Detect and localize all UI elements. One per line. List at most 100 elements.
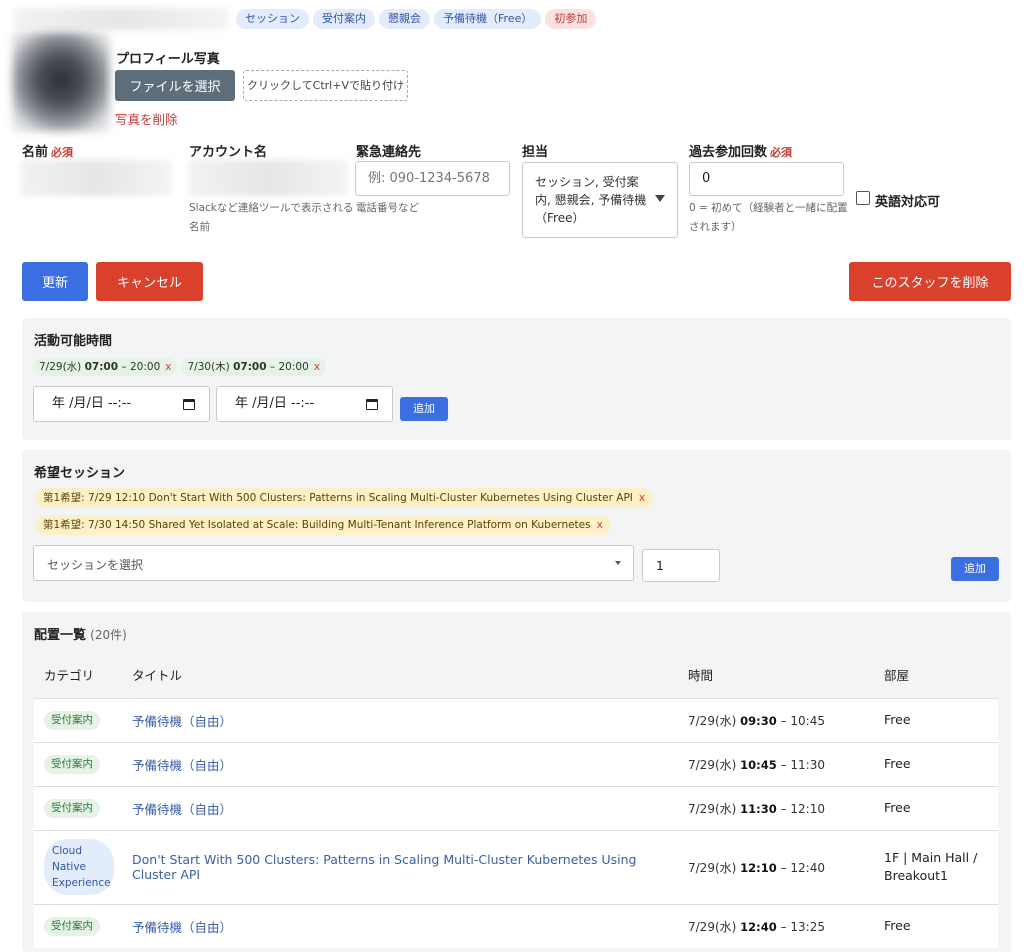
time-cell: 7/29(水) 12:40 – 13:25 — [688, 903, 884, 948]
session-select[interactable]: セッションを選択 — [33, 545, 634, 581]
time-end: 13:25 — [790, 919, 825, 934]
allocation-title-link[interactable]: 予備待機（自由） — [132, 920, 232, 935]
emergency-input[interactable] — [355, 161, 510, 196]
account-input[interactable] — [188, 160, 348, 196]
time-start: 12:10 — [740, 860, 777, 875]
title-cell: 予備待機（自由） — [132, 697, 688, 742]
calendar-icon[interactable] — [183, 399, 195, 410]
session-add-button[interactable]: 追加 — [951, 557, 999, 581]
title-cell: Don't Start With 500 Clusters: Patterns … — [132, 829, 688, 904]
slot-end: 20:00 — [278, 361, 309, 373]
category-cell: 受付案内 — [34, 903, 132, 948]
time-date: 7/29(水) — [688, 919, 737, 934]
name-label-text: 名前 — [22, 145, 49, 160]
time-date: 7/29(水) — [688, 801, 737, 816]
title-cell: 予備待機（自由） — [132, 903, 688, 948]
choose-file-button[interactable]: ファイルを選択 — [115, 70, 235, 101]
allocation-table-wrap: カテゴリ タイトル 時間 部屋 受付案内 予備待機（自由） 7/29(水) 09:3… — [34, 652, 998, 948]
table-row: Cloud Native Experience Don't Start With … — [34, 829, 998, 904]
name-label: 名前 必須 — [22, 141, 73, 160]
table-header-row: カテゴリ タイトル 時間 部屋 — [34, 652, 998, 698]
allocation-title: 配置一覧 — [34, 628, 87, 643]
time-end: 12:10 — [790, 801, 825, 816]
name-input[interactable] — [20, 160, 172, 196]
room-cell: Free — [884, 697, 998, 742]
category-cell: 受付案内 — [34, 785, 132, 830]
slot-chip: 7/30(木) 07:00 – 20:00 x — [181, 358, 326, 376]
allocation-panel: 配置一覧 (20件) カテゴリ タイトル 時間 部屋 受付案内 予備待機（自由） 7… — [22, 612, 1011, 952]
delete-staff-button[interactable]: このスタッフを削除 — [849, 262, 1011, 301]
profile-photo — [12, 32, 110, 132]
time-start: 12:40 — [740, 919, 777, 934]
assignee-select[interactable]: セッション, 受付案内, 懇親会, 予備待機（Free） — [522, 162, 678, 238]
allocation-count: (20件) — [90, 628, 127, 642]
table-row: 受付案内 予備待機（自由） 7/29(水) 09:30 – 10:45 Free — [34, 697, 998, 742]
availability-add-button[interactable]: 追加 — [400, 397, 448, 421]
time-date: 7/29(水) — [688, 757, 737, 772]
time-sep: – — [780, 860, 787, 875]
session-pref-panel: 希望セッション 第1希望: 7/29 12:10 Don't Start Wit… — [22, 450, 1011, 602]
session-select-placeholder: セッションを選択 — [47, 558, 144, 572]
slot-sep: – — [121, 361, 127, 373]
past-count-input[interactable]: 0 — [689, 162, 844, 196]
time-sep: – — [780, 713, 787, 728]
slot-sep: – — [269, 361, 276, 373]
table-row: 受付案内 予備待機（自由） 7/29(水) 10:45 – 11:30 Free — [34, 741, 998, 786]
assignee-label: 担当 — [522, 145, 549, 160]
tag-reception: 受付案内 — [313, 9, 375, 29]
allocation-title-link[interactable]: 予備待機（自由） — [132, 758, 232, 773]
room-cell: 1F | Main Hall / Breakout1 — [884, 829, 998, 904]
room-cell: Free — [884, 741, 998, 786]
allocation-title-link[interactable]: Don't Start With 500 Clusters: Patterns … — [132, 852, 636, 882]
availability-start-input[interactable]: 年 /月/日 --:-- — [33, 386, 210, 422]
time-sep: – — [780, 757, 787, 772]
session-pref-item: 第1希望: 7/30 14:50 Shared Yet Isolated at … — [35, 515, 611, 535]
allocation-title-link[interactable]: 予備待機（自由） — [132, 714, 232, 729]
staff-name-blurred — [14, 8, 229, 30]
delete-photo-link[interactable]: 写真を削除 — [115, 109, 178, 128]
profile-photo-label: プロフィール写真 — [116, 52, 220, 67]
priority-input[interactable]: 1 — [642, 549, 720, 582]
remove-slot-icon[interactable]: x — [165, 361, 171, 373]
title-cell: 予備待機（自由） — [132, 785, 688, 830]
category-badge: 受付案内 — [44, 710, 100, 730]
category-cell: 受付案内 — [34, 697, 132, 742]
time-end: 10:45 — [790, 713, 825, 728]
chevron-down-icon — [655, 195, 665, 202]
account-label: アカウント名 — [189, 145, 268, 160]
start-input-placeholder: 年 /月/日 --:-- — [52, 396, 132, 411]
calendar-icon[interactable] — [366, 399, 378, 410]
update-button[interactable]: 更新 — [22, 262, 88, 301]
slot-end: 20:00 — [130, 361, 161, 373]
tag-social: 懇親会 — [379, 9, 430, 29]
past-count-label: 過去参加回数 必須 — [689, 141, 792, 160]
emergency-label: 緊急連絡先 — [356, 145, 422, 160]
cancel-button[interactable]: キャンセル — [96, 262, 203, 301]
availability-end-input[interactable]: 年 /月/日 --:-- — [216, 386, 393, 422]
slot-start: 07:00 — [84, 361, 119, 373]
availability-panel: 活動可能時間 7/29(水) 07:00 – 20:00 x 7/30(木) 07:… — [22, 318, 1011, 440]
col-title: タイトル — [132, 668, 183, 684]
col-time: 時間 — [688, 668, 714, 684]
table-row: 受付案内 予備待機（自由） 7/29(水) 12:40 – 13:25 Free — [34, 903, 998, 948]
paste-area[interactable]: クリックしてCtrl+Vで貼り付け — [243, 70, 408, 101]
allocation-title-link[interactable]: 予備待機（自由） — [132, 802, 232, 817]
time-cell: 7/29(水) 10:45 – 11:30 — [688, 741, 884, 786]
table-row: 受付案内 予備待機（自由） 7/29(水) 11:30 – 12:10 Free — [34, 785, 998, 830]
time-date: 7/29(水) — [688, 713, 737, 728]
past-count-label-text: 過去参加回数 — [689, 145, 768, 160]
english-checkbox[interactable] — [856, 191, 870, 205]
room-cell: Free — [884, 785, 998, 830]
tag-session: セッション — [236, 9, 309, 29]
remove-slot-icon[interactable]: x — [314, 361, 320, 373]
session-pref-title: 希望セッション — [34, 466, 126, 481]
session-pref-text: 第1希望: 7/30 14:50 Shared Yet Isolated at … — [43, 519, 591, 531]
remove-pref-icon[interactable]: x — [597, 519, 603, 531]
remove-pref-icon[interactable]: x — [639, 492, 645, 504]
time-end: 11:30 — [790, 757, 825, 772]
allocation-header: 配置一覧 (20件) — [34, 624, 127, 643]
dropdown-arrow-icon — [615, 561, 621, 565]
time-cell: 7/29(水) 11:30 – 12:10 — [688, 785, 884, 830]
slot-date: 7/30(木) — [187, 361, 230, 373]
title-cell: 予備待機（自由） — [132, 741, 688, 786]
